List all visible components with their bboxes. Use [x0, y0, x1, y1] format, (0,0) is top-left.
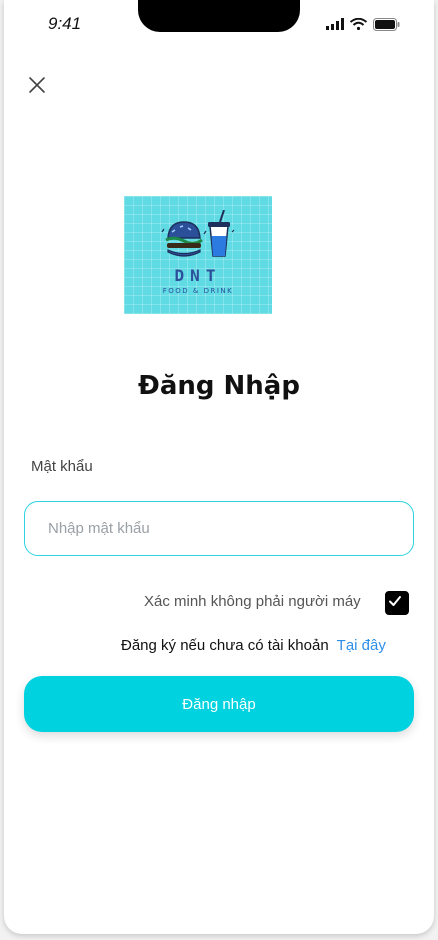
signal-icon: [326, 18, 344, 30]
close-button[interactable]: [26, 74, 48, 96]
password-label: Mật khẩu: [31, 458, 93, 475]
password-input[interactable]: [24, 501, 414, 556]
register-link[interactable]: Tại đây: [337, 637, 386, 654]
register-row: Đăng ký nếu chưa có tài khoản Tại đây: [121, 637, 386, 654]
login-button[interactable]: Đăng nhập: [24, 676, 414, 732]
page-title: Đăng Nhập: [138, 371, 300, 401]
logo-subtitle: FOOD & DRINK: [162, 287, 234, 295]
burger-and-drink-icon: [161, 210, 235, 257]
status-icons: [326, 17, 400, 31]
app-logo: DNT FOOD & DRINK: [124, 196, 272, 314]
verify-checkbox[interactable]: [385, 591, 409, 615]
status-time: 9:41: [48, 14, 82, 33]
notch: [138, 0, 300, 32]
register-text: Đăng ký nếu chưa có tài khoản: [121, 637, 329, 654]
logo-title: DNT: [174, 266, 222, 285]
checkmark-icon: [389, 596, 401, 606]
wifi-icon: [350, 18, 367, 30]
phone-screen: 9:41 DNT FOOD & DRINK Đăng Nhập Mật khẩu…: [4, 0, 434, 934]
battery-icon: [373, 17, 400, 31]
close-icon: [29, 77, 45, 93]
verify-label: Xác minh không phải người máy: [144, 593, 361, 610]
